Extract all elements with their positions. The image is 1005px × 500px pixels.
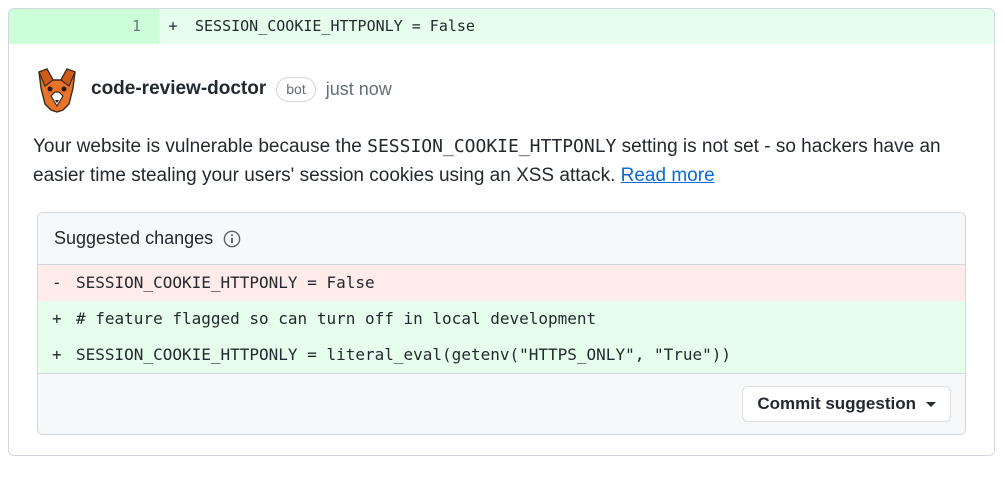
diff-row-addition: + # feature flagged so can turn off in l… — [38, 301, 965, 337]
diff-code: SESSION_COOKIE_HTTPONLY = False — [187, 9, 994, 44]
comment-timestamp[interactable]: just now — [326, 76, 392, 103]
review-comment-container: 1 + SESSION_COOKIE_HTTPONLY = False code… — [8, 8, 995, 456]
diff-plus-marker: + — [52, 343, 64, 367]
fox-avatar-icon — [33, 66, 81, 114]
inline-code: SESSION_COOKIE_HTTPONLY — [367, 136, 616, 157]
commit-suggestion-button[interactable]: Commit suggestion — [742, 386, 951, 422]
read-more-link[interactable]: Read more — [621, 165, 715, 186]
diff-minus-marker: - — [52, 271, 64, 295]
commit-button-label: Commit suggestion — [757, 394, 916, 414]
suggestion-header: Suggested changes — [38, 213, 965, 265]
review-comment: code-review-doctor bot just now Your web… — [9, 44, 994, 456]
diff-code: SESSION_COOKIE_HTTPONLY = literal_eval(g… — [76, 343, 731, 367]
chevron-down-icon — [926, 402, 936, 407]
diff-row-deletion: - SESSION_COOKIE_HTTPONLY = False — [38, 265, 965, 301]
diff-plus-marker: + — [159, 9, 187, 44]
suggestion-footer: Commit suggestion — [38, 373, 965, 434]
suggested-changes-box: Suggested changes - SESSION_COOKIE_HTTPO… — [37, 212, 966, 435]
diff-row-addition: + SESSION_COOKIE_HTTPONLY = literal_eval… — [38, 337, 965, 373]
avatar[interactable] — [33, 66, 81, 114]
diff-added-line: 1 + SESSION_COOKIE_HTTPONLY = False — [9, 9, 994, 44]
diff-plus-marker: + — [52, 307, 64, 331]
comment-text-prefix: Your website is vulnerable because the — [33, 136, 367, 157]
suggestion-title: Suggested changes — [54, 225, 213, 252]
comment-author[interactable]: code-review-doctor — [91, 75, 266, 104]
diff-line-number: 1 — [9, 9, 159, 44]
comment-header: code-review-doctor bot just now — [33, 66, 970, 114]
diff-code: # feature flagged so can turn off in loc… — [76, 307, 596, 331]
suggestion-diff: - SESSION_COOKIE_HTTPONLY = False + # fe… — [38, 265, 965, 373]
diff-code: SESSION_COOKIE_HTTPONLY = False — [76, 271, 375, 295]
bot-badge: bot — [276, 77, 315, 102]
info-icon[interactable] — [223, 230, 241, 248]
comment-body: Your website is vulnerable because the S… — [33, 132, 970, 191]
